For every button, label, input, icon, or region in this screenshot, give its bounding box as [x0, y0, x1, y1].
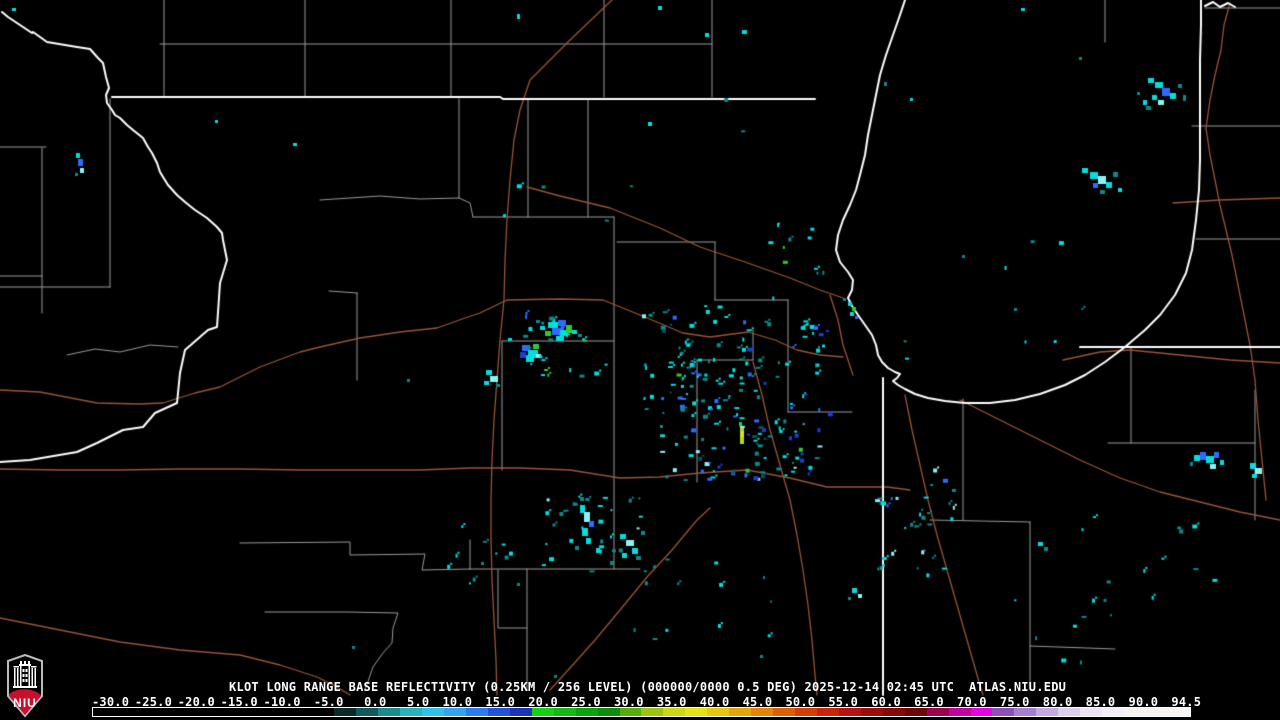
colorbar-scale-labels: -30.0 -25.0 -20.0 -15.0 -10.0 -5.0 0.0 5.0 1… — [0, 695, 1280, 709]
colorbar-segment — [356, 708, 379, 716]
colorbar-segment — [882, 708, 905, 716]
colorbar-segment — [838, 708, 861, 716]
colorbar-segment — [1058, 708, 1081, 716]
colorbar-segment — [707, 708, 730, 716]
colorbar-segment — [1014, 708, 1037, 716]
colorbar-segment — [136, 708, 159, 716]
colorbar-segment — [1167, 708, 1190, 716]
colorbar-segment — [202, 708, 225, 716]
colorbar-segment — [400, 708, 423, 716]
colorbar-segment — [444, 708, 466, 716]
colorbar-segment — [334, 708, 357, 716]
colorbar-segment — [531, 708, 554, 716]
colorbar-segment — [114, 708, 137, 716]
colorbar-segment — [685, 708, 708, 716]
colorbar-segment — [729, 708, 752, 716]
colorbar-segment — [619, 708, 642, 716]
colorbar-segment — [312, 708, 335, 716]
colorbar-segment — [290, 708, 313, 716]
radar-screen: KLOT LONG RANGE BASE REFLECTIVITY (0.25K… — [0, 0, 1280, 720]
colorbar-segment — [509, 708, 532, 716]
colorbar-segment — [465, 708, 488, 716]
colorbar-segment — [751, 708, 774, 716]
colorbar-segment — [93, 708, 115, 716]
colorbar-segment — [795, 708, 817, 716]
colorbar-segment — [422, 708, 444, 716]
colorbar-segment — [1146, 708, 1168, 716]
colorbar-segment — [224, 708, 247, 716]
colorbar-segment — [1124, 708, 1146, 716]
product-title: KLOT LONG RANGE BASE REFLECTIVITY (0.25K… — [229, 680, 1067, 694]
colorbar-segment — [487, 708, 510, 716]
colorbar-segment — [948, 708, 971, 716]
colorbar-segment — [378, 708, 401, 716]
colorbar-segment — [970, 708, 993, 716]
niu-logo-text: NIU — [13, 696, 37, 710]
colorbar-segment — [926, 708, 949, 716]
colorbar-segment — [553, 708, 576, 716]
colorbar-segment — [268, 708, 291, 716]
reflectivity-colorbar — [92, 707, 1191, 717]
colorbar-segment — [816, 708, 839, 716]
colorbar-segment — [773, 708, 795, 716]
colorbar-segment — [246, 708, 269, 716]
colorbar-segment — [1080, 708, 1103, 716]
colorbar-segment — [860, 708, 883, 716]
colorbar-segment — [180, 708, 203, 716]
colorbar-segment — [992, 708, 1015, 716]
colorbar-segment — [1036, 708, 1059, 716]
colorbar-segment — [663, 708, 686, 716]
colorbar-segment — [158, 708, 181, 716]
colorbar-segment — [575, 708, 598, 716]
colorbar-segment — [597, 708, 620, 716]
radar-map-canvas — [0, 0, 1280, 720]
colorbar-segment — [641, 708, 664, 716]
colorbar-segment — [904, 708, 927, 716]
colorbar-segment — [1102, 708, 1125, 716]
niu-logo: NIU — [7, 654, 43, 718]
